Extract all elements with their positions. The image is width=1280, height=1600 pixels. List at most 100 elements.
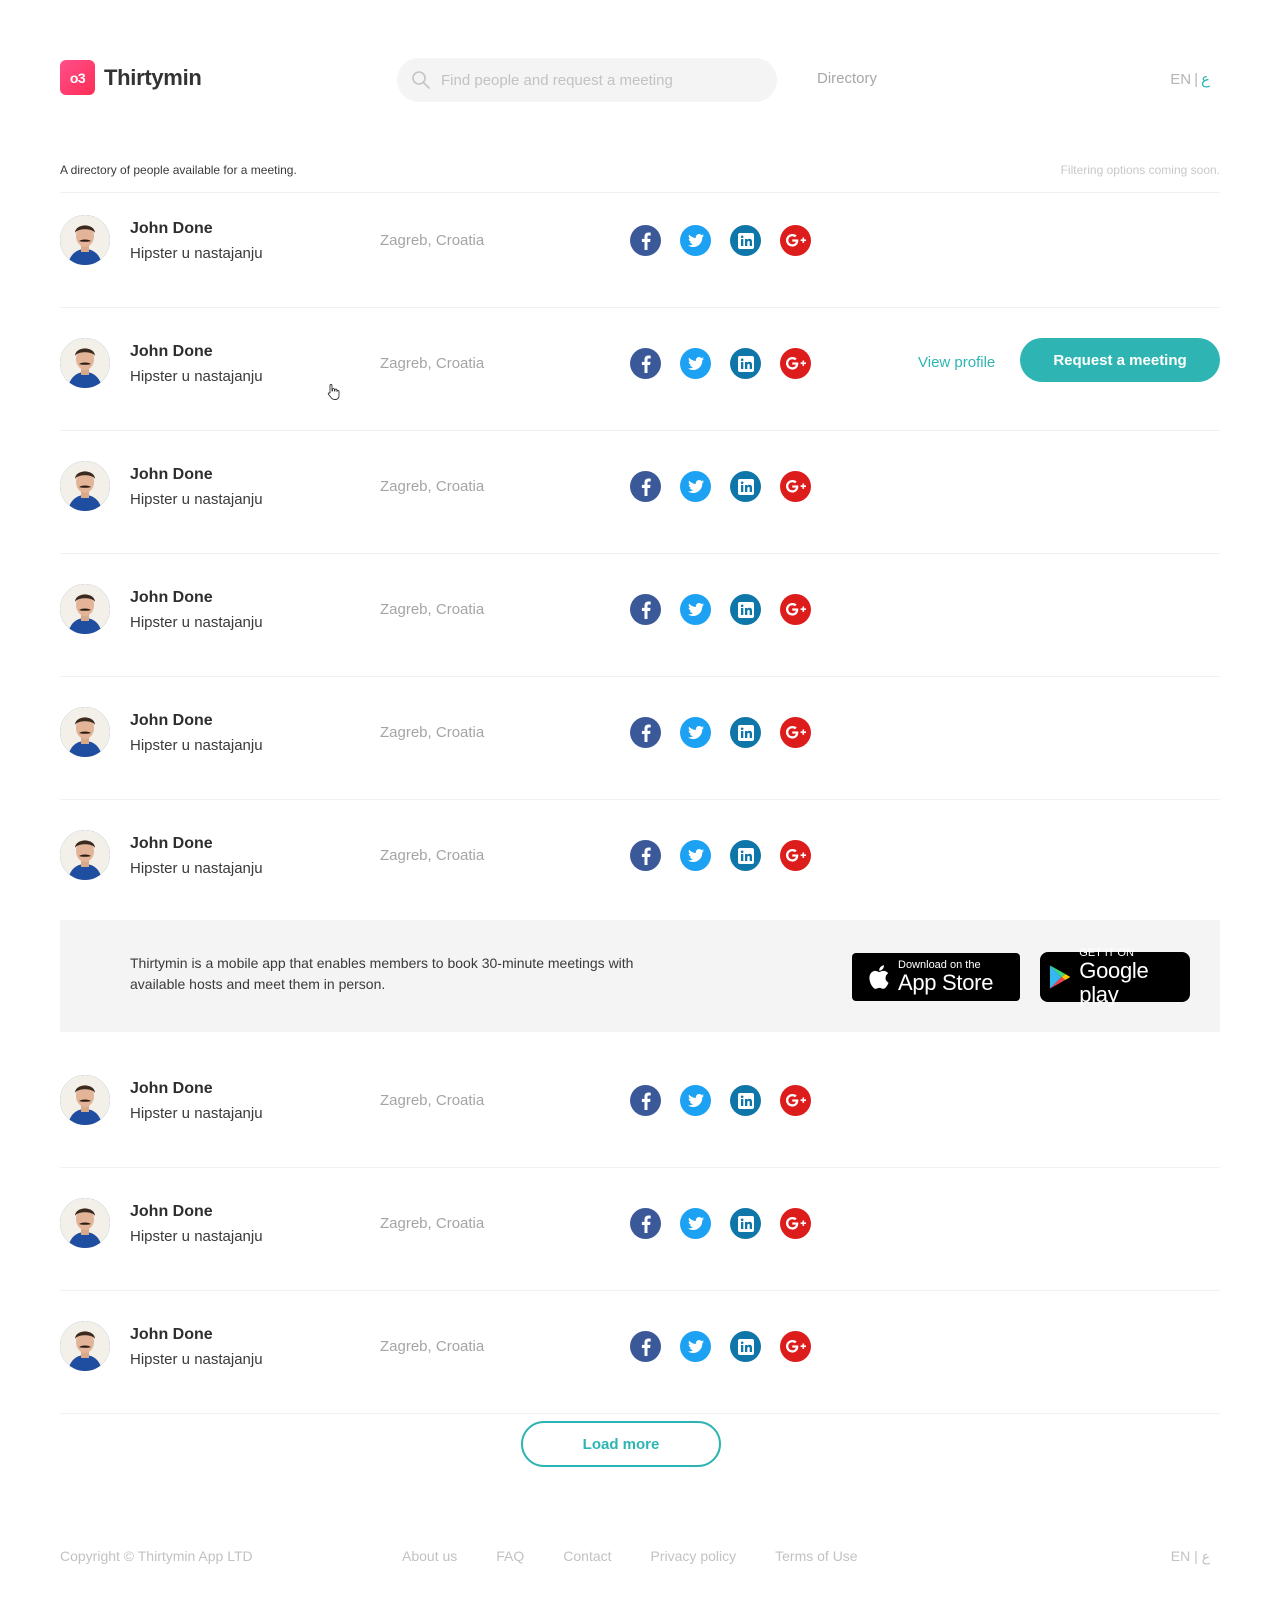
social-links [630, 594, 830, 625]
avatar[interactable] [60, 1075, 110, 1125]
person-location: Zagreb, Croatia [380, 1215, 485, 1232]
person-row[interactable]: John Done Hipster u nastajanju Zagreb, Cro… [60, 1045, 1220, 1168]
person-row[interactable]: John Done Hipster u nastajanju Zagreb, Cro… [60, 800, 1220, 923]
person-location: Zagreb, Croatia [380, 355, 485, 372]
google-plus-icon[interactable] [780, 1208, 811, 1239]
load-more-button[interactable]: Load more [521, 1421, 721, 1467]
twitter-icon[interactable] [680, 1331, 711, 1362]
footer-link-contact[interactable]: Contact [563, 1548, 611, 1564]
person-location: Zagreb, Croatia [380, 724, 485, 741]
avatar[interactable] [60, 707, 110, 757]
google-plus-icon[interactable] [780, 717, 811, 748]
twitter-icon[interactable] [680, 225, 711, 256]
google-play-badge[interactable]: GET IT ON Google play [1040, 947, 1190, 1007]
google-plus-icon[interactable] [780, 1331, 811, 1362]
person-row[interactable]: John Done Hipster u nastajanju Zagreb, Cro… [60, 431, 1220, 554]
twitter-icon[interactable] [680, 717, 711, 748]
google-play-big-text: Google play [1079, 958, 1149, 1007]
person-location: Zagreb, Croatia [380, 1092, 485, 1109]
person-name[interactable]: John Done [130, 466, 213, 484]
linkedin-icon[interactable] [730, 1331, 761, 1362]
person-row[interactable]: John Done Hipster u nastajanju Zagreb, Cro… [60, 185, 1220, 308]
search-bar[interactable] [397, 58, 777, 102]
request-meeting-button[interactable]: Request a meeting [1020, 338, 1220, 382]
linkedin-icon[interactable] [730, 225, 761, 256]
lang-ar[interactable]: ع [1201, 71, 1210, 88]
avatar[interactable] [60, 338, 110, 388]
social-links [630, 840, 830, 871]
footer-link-about[interactable]: About us [402, 1548, 457, 1564]
facebook-icon[interactable] [630, 1085, 661, 1116]
linkedin-icon[interactable] [730, 471, 761, 502]
language-switcher: EN | ع [1170, 70, 1210, 88]
facebook-icon[interactable] [630, 348, 661, 379]
linkedin-icon[interactable] [730, 594, 761, 625]
person-name[interactable]: John Done [130, 712, 213, 730]
person-row[interactable]: John Done Hipster u nastajanju Zagreb, Cro… [60, 308, 1220, 431]
apple-icon [869, 965, 889, 989]
twitter-icon[interactable] [680, 594, 711, 625]
person-name[interactable]: John Done [130, 1326, 213, 1344]
person-name[interactable]: John Done [130, 1080, 213, 1098]
person-row[interactable]: John Done Hipster u nastajanju Zagreb, Cro… [60, 1291, 1220, 1414]
social-links [630, 348, 830, 379]
person-name[interactable]: John Done [130, 1203, 213, 1221]
view-profile-link[interactable]: View profile [918, 354, 995, 371]
google-plus-icon[interactable] [780, 348, 811, 379]
avatar[interactable] [60, 584, 110, 634]
social-links [630, 1208, 830, 1239]
google-plus-icon[interactable] [780, 1085, 811, 1116]
linkedin-icon[interactable] [730, 348, 761, 379]
footer-links: About us FAQ Contact Privacy policy Term… [402, 1548, 897, 1564]
facebook-icon[interactable] [630, 840, 661, 871]
person-name[interactable]: John Done [130, 835, 213, 853]
linkedin-icon[interactable] [730, 1085, 761, 1116]
avatar[interactable] [60, 830, 110, 880]
footer-link-faq[interactable]: FAQ [496, 1548, 524, 1564]
facebook-icon[interactable] [630, 594, 661, 625]
lang-en[interactable]: EN [1170, 71, 1191, 88]
linkedin-icon[interactable] [730, 1208, 761, 1239]
footer-lang-en[interactable]: EN [1171, 1548, 1190, 1564]
google-plus-icon[interactable] [780, 840, 811, 871]
person-location: Zagreb, Croatia [380, 478, 485, 495]
google-plus-icon[interactable] [780, 225, 811, 256]
avatar[interactable] [60, 461, 110, 511]
person-row[interactable]: John Done Hipster u nastajanju Zagreb, Cro… [60, 554, 1220, 677]
google-plus-icon[interactable] [780, 594, 811, 625]
twitter-icon[interactable] [680, 348, 711, 379]
person-row[interactable]: John Done Hipster u nastajanju Zagreb, Cro… [60, 677, 1220, 800]
social-links [630, 471, 830, 502]
linkedin-icon[interactable] [730, 717, 761, 748]
person-title: Hipster u nastajanju [130, 491, 263, 508]
person-name[interactable]: John Done [130, 343, 213, 361]
twitter-icon[interactable] [680, 1085, 711, 1116]
footer-lang-ar[interactable]: ع [1202, 1548, 1210, 1564]
linkedin-icon[interactable] [730, 840, 761, 871]
nav-directory-link[interactable]: Directory [817, 70, 877, 87]
avatar[interactable] [60, 1321, 110, 1371]
avatar[interactable] [60, 215, 110, 265]
avatar[interactable] [60, 1198, 110, 1248]
person-name[interactable]: John Done [130, 589, 213, 607]
person-row[interactable]: John Done Hipster u nastajanju Zagreb, Cro… [60, 1168, 1220, 1291]
social-links [630, 1085, 830, 1116]
facebook-icon[interactable] [630, 225, 661, 256]
app-store-badge[interactable]: Download on the App Store [852, 953, 1020, 1001]
top-header: o3 Thirtymin Directory EN|ع [60, 56, 1220, 102]
facebook-icon[interactable] [630, 471, 661, 502]
facebook-icon[interactable] [630, 1331, 661, 1362]
facebook-icon[interactable] [630, 1208, 661, 1239]
twitter-icon[interactable] [680, 471, 711, 502]
person-name[interactable]: John Done [130, 220, 213, 238]
social-links [630, 225, 830, 256]
footer-link-terms[interactable]: Terms of Use [775, 1548, 857, 1564]
google-plus-icon[interactable] [780, 471, 811, 502]
twitter-icon[interactable] [680, 840, 711, 871]
logo[interactable]: o3 Thirtymin [60, 60, 202, 95]
search-input[interactable] [441, 71, 761, 89]
facebook-icon[interactable] [630, 717, 661, 748]
twitter-icon[interactable] [680, 1208, 711, 1239]
footer-link-privacy[interactable]: Privacy policy [651, 1548, 737, 1564]
social-links [630, 717, 830, 748]
